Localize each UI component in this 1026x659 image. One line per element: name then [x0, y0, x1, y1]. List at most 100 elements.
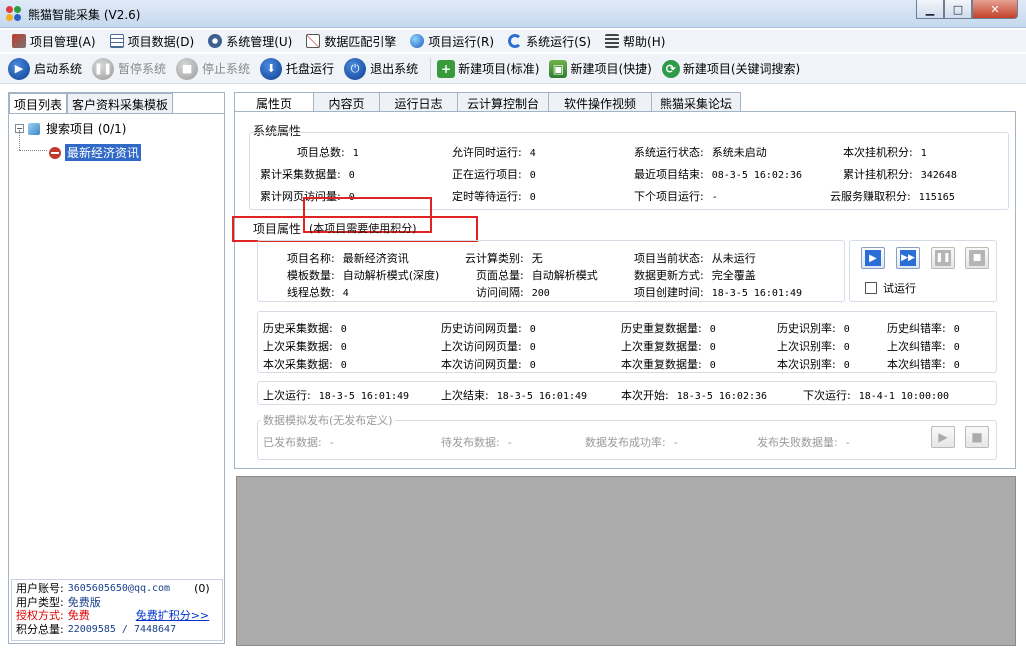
stat-field: 历史纠错率: 0: [887, 322, 960, 335]
project-tree: − 搜索项目 (0/1) 最新经济资讯: [9, 113, 224, 573]
project-note: (本项目需要使用积分): [309, 222, 417, 235]
play-icon: ▶: [8, 57, 30, 80]
left-panel: 项目列表 客户资料采集模板 − 搜索项目 (0/1) 最新经济资讯 用户账号: 3…: [8, 92, 225, 644]
publish-field: 数据发布成功率: -: [585, 436, 678, 449]
new-project-quick-button[interactable]: ▣ 新建项目(快捷): [549, 59, 652, 78]
stat-field: 历史采集数据: 0: [263, 322, 347, 335]
app-logo-icon: [6, 6, 22, 22]
proj-field: 数据更新方式: 完全覆盖: [634, 269, 756, 282]
stat-field: 本次访问网页量: 0: [441, 358, 536, 371]
stopped-icon: [49, 146, 61, 159]
proj-field: 页面总量: 自动解析模式: [476, 269, 598, 282]
tray-icon: ⬇: [260, 57, 283, 80]
proj-field: 访问间隔: 200: [476, 286, 550, 299]
tab-software-video[interactable]: 软件操作视频: [548, 92, 652, 112]
menu-system-manage[interactable]: 系统管理(U): [208, 33, 292, 50]
stop-system-button[interactable]: ■ 停止系统: [176, 57, 250, 80]
time-field: 上次运行: 18-3-5 16:01:49: [263, 389, 410, 402]
tab-customer-template[interactable]: 客户资料采集模板: [67, 93, 174, 113]
user-info-box: 用户账号: 3605605650@qq.com (0) 用户类型: 免费版 授权方式:…: [11, 579, 223, 641]
pause-button[interactable]: ❚❚: [931, 247, 955, 269]
fast-run-button[interactable]: ▶▶: [896, 247, 920, 269]
proj-field: 项目名称: 最新经济资讯: [287, 252, 409, 265]
tab-properties[interactable]: 属性页: [234, 92, 314, 113]
gear-icon: [208, 34, 223, 48]
proj-field: 项目当前状态: 从未运行: [634, 252, 756, 265]
menu-help[interactable]: 帮助(H): [605, 33, 665, 50]
trial-run-checkbox[interactable]: 试运行: [865, 280, 916, 296]
sync-icon: ⟳: [661, 59, 680, 78]
project-properties-title: 项目属性: [253, 222, 302, 236]
add-icon: +: [437, 59, 456, 78]
stat-field: 本次重复数据量: 0: [621, 358, 716, 371]
tree-item-project[interactable]: 最新经济资讯: [49, 144, 142, 161]
toolbar: ▶ 启动系统 ❚❚ 暂停系统 ■ 停止系统 ⬇ 托盘运行 ⏻ 退出系统 + 新建项目(标准)…: [0, 54, 1026, 84]
menu-system-run[interactable]: 系统运行(S): [508, 33, 591, 50]
folder-icon: [28, 122, 40, 135]
pause-system-button[interactable]: ❚❚ 暂停系统: [92, 57, 166, 80]
power-icon: ⏻: [344, 57, 367, 80]
proj-field: 项目创建时间: 18-3-5 16:01:49: [634, 286, 803, 299]
publish-stop-button[interactable]: ■: [965, 426, 989, 448]
exit-system-button[interactable]: ⏻ 退出系统: [344, 57, 418, 80]
time-field: 下次运行: 18-4-1 10:00:00: [803, 389, 950, 402]
publish-run-button[interactable]: ▶: [931, 426, 955, 448]
run-button[interactable]: ▶: [861, 247, 885, 269]
publish-field: 已发布数据: -: [263, 436, 334, 449]
menu-data-match-engine[interactable]: 数据匹配引擎: [306, 33, 396, 50]
tab-content[interactable]: 内容页: [313, 92, 380, 112]
stat-field: 上次识别率: 0: [777, 340, 850, 353]
sys-field: 累计挂机积分: 342648: [843, 168, 957, 181]
list-icon: [605, 34, 620, 48]
publish-field: 发布失败数据量: -: [757, 436, 850, 449]
stat-field: 上次重复数据量: 0: [621, 340, 716, 353]
proj-field: 线程总数: 4: [287, 286, 349, 299]
proj-field: 模板数量: 自动解析模式(深度): [287, 269, 440, 282]
publish-title: 数据模拟发布(无发布定义): [261, 412, 395, 428]
stat-field: 历史识別率: 0: [777, 322, 850, 335]
maximize-button[interactable]: □: [944, 0, 972, 19]
stat-field: 上次纠错率: 0: [887, 340, 960, 353]
sys-field: 云服务赚取积分: 115165: [830, 190, 955, 203]
stat-field: 上次采集数据: 0: [263, 340, 347, 353]
sys-field: 正在运行项目: 0: [452, 168, 536, 181]
right-tabs: 属性页 内容页 运行日志 云计算控制台 软件操作视频 熊猫采集论坛: [234, 92, 741, 113]
tree-line: [19, 150, 47, 151]
image-icon: ▣: [549, 59, 568, 78]
tools-icon: [12, 34, 26, 48]
tab-project-list[interactable]: 项目列表: [9, 93, 68, 113]
tab-run-log[interactable]: 运行日志: [379, 92, 458, 112]
new-project-keyword-button[interactable]: ⟳ 新建项目(关键词搜索): [661, 59, 800, 78]
tab-forum[interactable]: 熊猫采集论坛: [651, 92, 741, 112]
pause-icon: ❚❚: [935, 250, 951, 266]
play-icon: ▶: [938, 430, 948, 444]
checkbox-icon: [865, 282, 877, 294]
close-button[interactable]: ✕: [972, 0, 1018, 19]
properties-page: 系统属性 项目总数: 1 允许同时运行: 4 系统运行状态: 系统未启动 本次挂机积分…: [232, 111, 1016, 469]
sys-field: 项目总数: 1: [297, 146, 359, 159]
stat-field: 本次采集数据: 0: [263, 358, 347, 371]
menu-project-run[interactable]: 项目运行(R): [410, 33, 494, 50]
proj-field: 云计算类别: 无: [465, 252, 543, 265]
stat-field: 本次纠错率: 0: [887, 358, 960, 371]
stop-button[interactable]: ■: [965, 247, 989, 269]
sys-field: 最近项目结束: 08-3-5 16:02:36: [634, 168, 803, 181]
new-project-standard-button[interactable]: + 新建项目(标准): [437, 59, 539, 78]
globe-icon: [410, 34, 425, 48]
menu-project-data[interactable]: 项目数据(D): [109, 33, 194, 50]
tab-cloud-console[interactable]: 云计算控制台: [457, 92, 549, 112]
title-bar: 熊猫智能采集 (V2.6) ▁ □ ✕: [0, 0, 1026, 28]
tree-line: [19, 130, 20, 150]
free-points-link[interactable]: 免费扩积分>>: [136, 609, 209, 623]
sys-field: 允许同时运行: 4: [452, 146, 536, 159]
toolbar-separator: [430, 57, 432, 80]
start-system-button[interactable]: ▶ 启动系统: [8, 57, 82, 80]
tree-root-search-projects[interactable]: − 搜索项目 (0/1): [15, 120, 127, 137]
minimize-button[interactable]: ▁: [916, 0, 944, 19]
tray-run-button[interactable]: ⬇ 托盘运行: [260, 57, 334, 80]
publish-field: 待发布数据: -: [441, 436, 512, 449]
stat-field: 历史重复数据量: 0: [621, 322, 716, 335]
menu-project-manage[interactable]: 项目管理(A): [12, 33, 96, 50]
stop-icon: ■: [971, 430, 983, 444]
chart-icon: [306, 34, 321, 48]
